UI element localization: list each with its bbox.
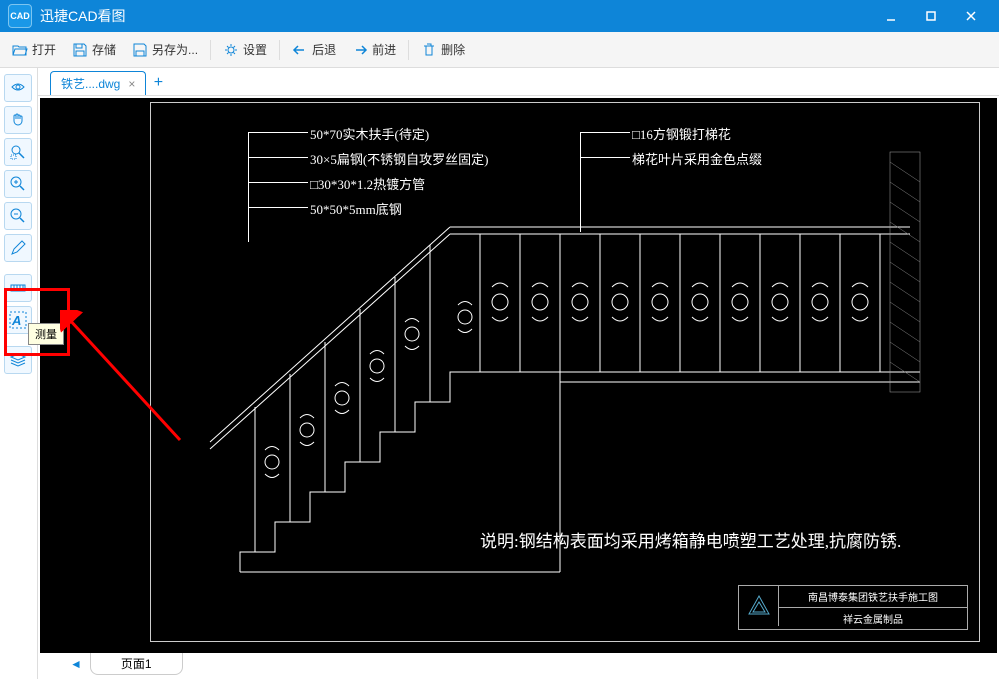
trash-icon bbox=[421, 42, 437, 58]
titlebar: CAD 迅捷CAD看图 bbox=[0, 0, 999, 32]
add-tab-button[interactable]: + bbox=[146, 71, 170, 95]
back-label: 后退 bbox=[312, 41, 336, 58]
pan-tool[interactable] bbox=[4, 106, 32, 134]
save-icon bbox=[72, 42, 88, 58]
open-label: 打开 bbox=[32, 41, 56, 58]
saveas-label: 另存为... bbox=[152, 41, 198, 58]
drawing-note: 说明:钢结构表面均采用烤箱静电喷塑工艺处理,抗腐防锈. bbox=[480, 527, 901, 552]
close-button[interactable] bbox=[951, 0, 991, 32]
pencil-tool[interactable] bbox=[4, 234, 32, 262]
sheet-tab[interactable]: 页面1 bbox=[90, 653, 183, 675]
titleblock-title: 南昌博泰集团铁艺扶手施工图 bbox=[779, 586, 967, 607]
title-block: 南昌博泰集团铁艺扶手施工图 祥云金属制品 bbox=[738, 585, 968, 630]
tab-close-icon[interactable]: × bbox=[128, 77, 135, 91]
settings-button[interactable]: 设置 bbox=[217, 37, 273, 62]
settings-label: 设置 bbox=[243, 41, 267, 58]
open-button[interactable]: 打开 bbox=[6, 37, 62, 62]
zoom-window-tool[interactable] bbox=[4, 138, 32, 166]
pointer-tool[interactable] bbox=[4, 74, 32, 102]
folder-open-icon bbox=[12, 42, 28, 58]
saveas-button[interactable]: 另存为... bbox=[126, 37, 204, 62]
app-logo: CAD bbox=[8, 4, 32, 28]
forward-label: 前进 bbox=[372, 41, 396, 58]
save-button[interactable]: 存储 bbox=[66, 37, 122, 62]
side-toolbar: A bbox=[0, 68, 38, 679]
undo-icon bbox=[292, 42, 308, 58]
minimize-button[interactable] bbox=[871, 0, 911, 32]
forward-button[interactable]: 前进 bbox=[346, 37, 402, 62]
sheet-prev-button[interactable]: ◄ bbox=[70, 657, 82, 671]
zoom-in-tool[interactable] bbox=[4, 170, 32, 198]
saveas-icon bbox=[132, 42, 148, 58]
app-title: 迅捷CAD看图 bbox=[40, 6, 126, 26]
toolbar: 打开 存储 另存为... 设置 后退 前进 删除 bbox=[0, 32, 999, 68]
save-label: 存储 bbox=[92, 41, 116, 58]
measure-tooltip: 测量 bbox=[28, 323, 64, 345]
maximize-button[interactable] bbox=[911, 0, 951, 32]
file-tab-label: 铁艺....dwg bbox=[61, 75, 120, 92]
titleblock-logo bbox=[739, 586, 779, 626]
redo-icon bbox=[352, 42, 368, 58]
drawing-content: 50*70实木扶手(待定) 30×5扁钢(不锈钢自攻罗丝固定) □30*30*1… bbox=[150, 102, 980, 642]
delete-button[interactable]: 删除 bbox=[415, 37, 471, 62]
back-button[interactable]: 后退 bbox=[286, 37, 342, 62]
titleblock-company: 祥云金属制品 bbox=[779, 607, 967, 629]
zoom-out-tool[interactable] bbox=[4, 202, 32, 230]
file-tab[interactable]: 铁艺....dwg × bbox=[50, 71, 146, 95]
file-tabs: 铁艺....dwg × + bbox=[38, 68, 999, 96]
gear-icon bbox=[223, 42, 239, 58]
sheet-tabs: ◄ 页面1 bbox=[40, 653, 997, 675]
delete-label: 删除 bbox=[441, 41, 465, 58]
